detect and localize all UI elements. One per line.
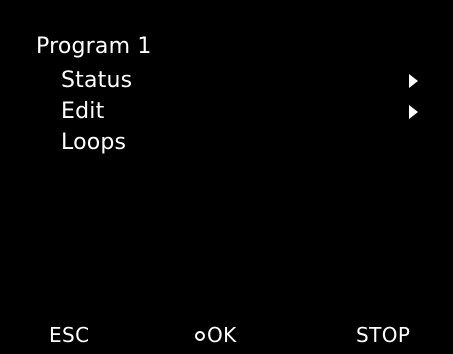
chevron-right-icon [409, 105, 418, 119]
esc-button[interactable]: ESC [49, 322, 90, 348]
page-title: Program 1 [36, 34, 152, 59]
menu-item-edit[interactable]: Edit [0, 97, 453, 128]
esc-label: ESC [49, 323, 90, 347]
menu-item-label: Edit [61, 99, 105, 124]
ok-button[interactable]: OK [195, 322, 237, 348]
menu-item-label: Status [61, 68, 133, 93]
menu-item-status[interactable]: Status [0, 66, 453, 97]
circle-icon [195, 331, 205, 341]
softkey-bar: ESC OK STOP [0, 322, 453, 350]
menu-item-label: Loops [61, 130, 127, 155]
menu-list: Status Edit Loops [0, 66, 453, 159]
ok-label: OK [207, 323, 237, 347]
stop-button[interactable]: STOP [356, 322, 410, 348]
stop-label: STOP [356, 323, 411, 347]
chevron-right-icon [409, 74, 418, 88]
menu-item-loops[interactable]: Loops [0, 128, 453, 159]
device-screen: Program 1 Status Edit Loops ESC OK STOP [0, 0, 453, 354]
